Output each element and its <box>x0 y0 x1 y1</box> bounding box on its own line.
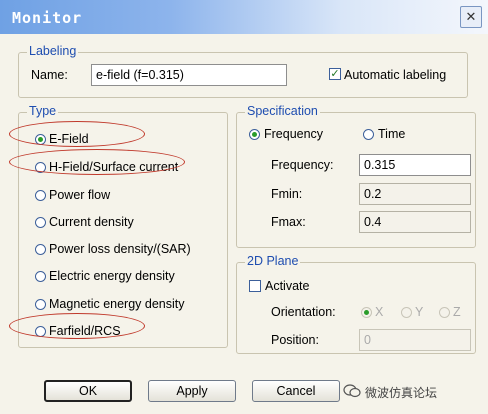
fmax-label: Fmax: <box>271 215 306 229</box>
mode-radio-frequency[interactable] <box>249 129 260 140</box>
type-radio-power-flow[interactable] <box>35 190 46 201</box>
type-radio-current-density[interactable] <box>35 217 46 228</box>
automatic-labeling-checkbox[interactable]: ✓ <box>329 68 341 80</box>
type-label-power-flow: Power flow <box>49 188 111 202</box>
type-radio-magnetic-energy[interactable] <box>35 299 46 310</box>
type-label-magnetic-energy: Magnetic energy density <box>49 297 185 311</box>
watermark-text: 微波仿真论坛 <box>365 386 438 400</box>
position-input[interactable]: 0 <box>359 329 471 351</box>
type-group: Type E-Field H-Field/Surface current Pow… <box>18 104 228 348</box>
orientation-label-x: X <box>375 305 384 319</box>
type-radio-electric-energy[interactable] <box>35 271 46 282</box>
mode-label-time: Time <box>378 127 406 141</box>
mode-label-frequency: Frequency <box>264 127 324 141</box>
annotation-ellipse-h-field <box>9 149 185 175</box>
apply-button[interactable]: Apply <box>148 380 236 402</box>
fmin-label: Fmin: <box>271 187 303 201</box>
window-title: Monitor <box>12 9 83 27</box>
orientation-label-y: Y <box>415 305 424 319</box>
labeling-group-title: Labeling <box>27 44 79 58</box>
mode-radio-time[interactable] <box>363 129 374 140</box>
specification-group: Specification Frequency Time Frequency: … <box>236 104 476 248</box>
plane-2d-group: 2D Plane Activate Orientation: X Y Z Pos… <box>236 254 476 354</box>
type-group-title: Type <box>27 104 59 118</box>
activate-checkbox[interactable] <box>249 280 261 292</box>
type-radio-power-loss[interactable] <box>35 244 46 255</box>
title-bar: Monitor ✕ <box>0 0 488 34</box>
name-field[interactable]: e-field (f=0.315) <box>91 64 287 86</box>
wechat-icon <box>343 384 361 398</box>
orientation-radio-z[interactable] <box>439 307 450 318</box>
automatic-labeling-label: Automatic labeling <box>344 68 447 82</box>
annotation-ellipse-e-field <box>9 121 145 147</box>
orientation-label-z: Z <box>453 305 461 319</box>
check-mark-icon: ✓ <box>330 68 340 80</box>
frequency-label: Frequency: <box>271 158 334 172</box>
plane-2d-group-title: 2D Plane <box>245 254 301 268</box>
monitor-dialog: Labeling Name: e-field (f=0.315) ✓ Autom… <box>0 34 488 414</box>
orientation-radio-x[interactable] <box>361 307 372 318</box>
close-icon[interactable]: ✕ <box>460 6 482 28</box>
labeling-group: Labeling Name: e-field (f=0.315) ✓ Autom… <box>18 44 468 98</box>
position-label: Position: <box>271 333 319 347</box>
ok-button[interactable]: OK <box>44 380 132 402</box>
type-label-current-density: Current density <box>49 215 134 229</box>
orientation-label: Orientation: <box>271 305 336 319</box>
cancel-button[interactable]: Cancel <box>252 380 340 402</box>
frequency-input[interactable]: 0.315 <box>359 154 471 176</box>
orientation-radio-y[interactable] <box>401 307 412 318</box>
activate-label: Activate <box>265 279 310 293</box>
fmax-input[interactable]: 0.4 <box>359 211 471 233</box>
fmin-input[interactable]: 0.2 <box>359 183 471 205</box>
annotation-ellipse-farfield <box>9 313 145 339</box>
specification-group-title: Specification <box>245 104 320 118</box>
type-label-electric-energy: Electric energy density <box>49 269 175 283</box>
name-label: Name: <box>31 68 68 82</box>
type-label-power-loss: Power loss density/(SAR) <box>49 242 191 256</box>
